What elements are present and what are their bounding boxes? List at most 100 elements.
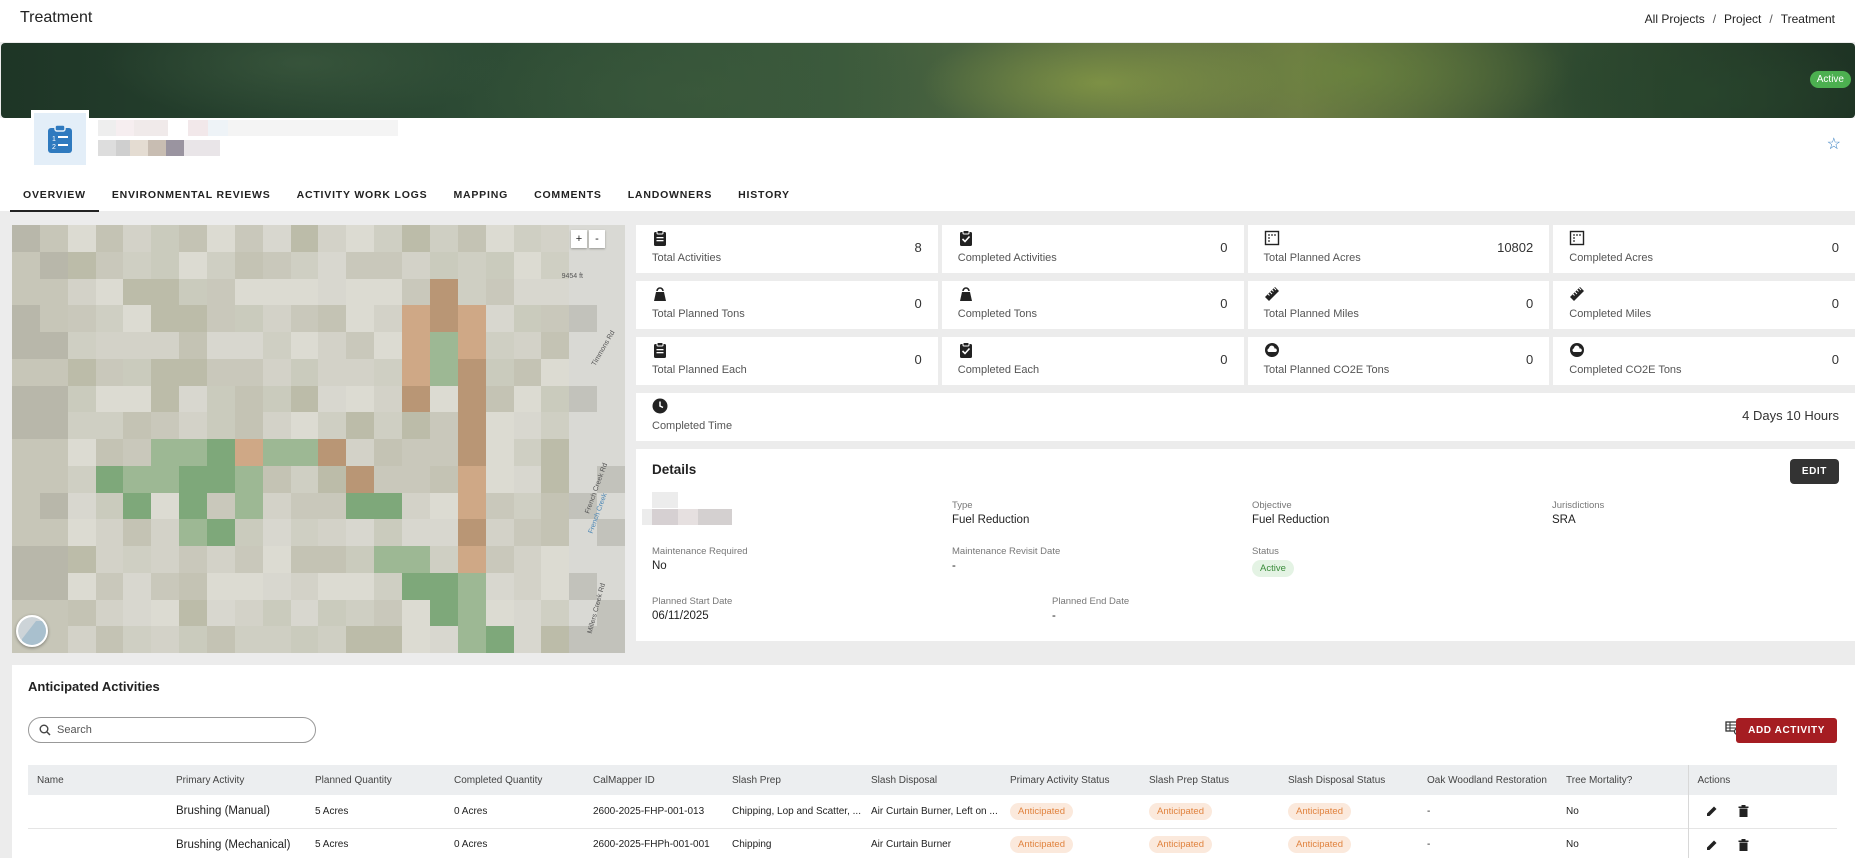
delete-icon[interactable] bbox=[1738, 838, 1749, 851]
map-tile bbox=[12, 465, 40, 493]
map-tile bbox=[541, 278, 570, 306]
add-activity-button[interactable]: ADD ACTIVITY bbox=[1736, 718, 1837, 743]
cell-calmapper-id: 2600-2025-FHPh-001-001 bbox=[593, 839, 710, 850]
map-tile bbox=[95, 572, 124, 600]
cell-actions bbox=[1687, 828, 1837, 858]
column-header[interactable]: Completed Quantity bbox=[445, 765, 584, 795]
column-header[interactable]: Planned Quantity bbox=[306, 765, 445, 795]
treatment-map[interactable]: + - 9454 ft Timmons Rd French Creek Rd F… bbox=[12, 225, 625, 653]
tab-overview[interactable]: OVERVIEW bbox=[10, 180, 99, 212]
column-header[interactable]: Slash Prep Status bbox=[1140, 765, 1279, 795]
map-tile bbox=[402, 519, 430, 546]
project-name-redacted bbox=[98, 120, 398, 156]
map-tile bbox=[513, 492, 542, 520]
breadcrumb-all-projects[interactable]: All Projects bbox=[1645, 12, 1705, 26]
map-tile bbox=[290, 251, 319, 279]
star-icon[interactable]: ☆ bbox=[1827, 134, 1841, 154]
map-tile bbox=[179, 572, 208, 600]
delete-icon[interactable] bbox=[1738, 805, 1749, 818]
map-tile bbox=[151, 305, 180, 332]
cell-slash-disposal-status: Anticipated bbox=[1279, 795, 1418, 828]
tab-comments[interactable]: COMMENTS bbox=[521, 180, 615, 212]
column-header: Actions bbox=[1687, 765, 1837, 795]
map-tile bbox=[346, 599, 375, 627]
map-tile bbox=[513, 519, 542, 546]
zoom-in-button[interactable]: + bbox=[571, 230, 587, 248]
map-tile bbox=[569, 439, 598, 466]
map-tile bbox=[95, 599, 124, 627]
map-tile bbox=[318, 492, 347, 520]
tab-landowners[interactable]: LANDOWNERS bbox=[615, 180, 725, 212]
cell-calmapper-id: 2600-2025-FHP-001-013 bbox=[593, 805, 705, 817]
map-tile bbox=[262, 225, 291, 252]
stat-value: 0 bbox=[914, 296, 922, 311]
tab-activity-work-logs[interactable]: ACTIVITY WORK LOGS bbox=[284, 180, 441, 212]
column-header[interactable]: CalMapper ID bbox=[584, 765, 723, 795]
column-header[interactable]: Slash Prep bbox=[723, 765, 862, 795]
map-layer-toggle[interactable] bbox=[16, 615, 48, 647]
map-tile bbox=[541, 385, 570, 413]
column-header[interactable]: Oak Woodland Restoration bbox=[1418, 765, 1557, 795]
map-tile bbox=[262, 546, 291, 573]
map-tile bbox=[151, 465, 180, 493]
tab-mapping[interactable]: MAPPING bbox=[440, 180, 521, 212]
breadcrumb-project[interactable]: Project bbox=[1724, 12, 1761, 26]
map-tile bbox=[123, 546, 152, 573]
cell-completed-quantity: 0 Acres bbox=[454, 805, 488, 817]
tab-bar: OVERVIEW ENVIRONMENTAL REVIEWS ACTIVITY … bbox=[10, 180, 803, 212]
map-tile bbox=[374, 385, 403, 413]
map-tile bbox=[569, 332, 598, 359]
map-tile bbox=[513, 225, 542, 252]
tab-history[interactable]: HISTORY bbox=[725, 180, 803, 212]
stat-completed-time: Completed Time 4 Days 10 Hours bbox=[636, 393, 1855, 441]
search-box[interactable] bbox=[28, 717, 316, 743]
ruler-icon bbox=[1264, 287, 1279, 301]
map-tile bbox=[346, 332, 375, 359]
summary-stats: Total Activities 8 Completed Activities … bbox=[636, 225, 1855, 441]
map-tile bbox=[151, 626, 180, 653]
edit-icon[interactable] bbox=[1706, 839, 1718, 851]
breadcrumb-separator: / bbox=[1712, 12, 1717, 26]
map-tile bbox=[95, 465, 124, 493]
column-header[interactable]: Name bbox=[28, 765, 167, 795]
map-tile bbox=[39, 278, 68, 306]
map-tile bbox=[513, 385, 542, 413]
map-tile bbox=[123, 492, 152, 520]
map-tile bbox=[374, 305, 403, 332]
map-tile bbox=[290, 546, 319, 573]
map-tile bbox=[429, 599, 458, 627]
column-header[interactable]: Slash Disposal bbox=[862, 765, 1001, 795]
column-header[interactable]: Slash Disposal Status bbox=[1279, 765, 1418, 795]
stat-value: 10802 bbox=[1497, 240, 1534, 255]
table-row[interactable]: Brushing (Mechanical) 5 Acres 0 Acres 26… bbox=[28, 828, 1837, 858]
map-tile bbox=[67, 412, 96, 439]
map-tile bbox=[95, 225, 124, 252]
column-header[interactable]: Primary Activity Status bbox=[1001, 765, 1140, 795]
map-tile bbox=[39, 305, 68, 332]
map-tile bbox=[12, 385, 40, 413]
edit-icon[interactable] bbox=[1706, 805, 1718, 817]
cell-actions bbox=[1687, 795, 1837, 828]
column-header[interactable]: Tree Mortality? bbox=[1557, 765, 1688, 795]
map-label-elevation: 9454 ft bbox=[561, 273, 583, 280]
cell-planned-quantity: 5 Acres bbox=[315, 839, 349, 850]
map-tile bbox=[234, 305, 263, 332]
edit-button[interactable]: EDIT bbox=[1789, 459, 1839, 484]
map-tile bbox=[234, 465, 263, 493]
column-header[interactable]: Primary Activity bbox=[167, 765, 306, 795]
map-tile bbox=[374, 546, 403, 573]
map-tiles bbox=[12, 225, 625, 653]
svg-text:2: 2 bbox=[52, 144, 56, 151]
search-input[interactable] bbox=[57, 724, 287, 736]
zoom-out-button[interactable]: - bbox=[589, 230, 605, 248]
table-row[interactable]: Brushing (Manual) 5 Acres 0 Acres 2600-2… bbox=[28, 795, 1837, 828]
map-tile bbox=[123, 385, 152, 413]
tab-environmental-reviews[interactable]: ENVIRONMENTAL REVIEWS bbox=[99, 180, 284, 212]
map-tile bbox=[402, 626, 430, 653]
anticipated-activities-panel: Anticipated Activities ADD ACTIVITY Name… bbox=[12, 665, 1855, 858]
map-tile bbox=[429, 412, 458, 439]
map-tile bbox=[123, 412, 152, 439]
map-tile bbox=[429, 385, 458, 413]
map-tile bbox=[207, 572, 235, 600]
top-bar: Treatment All Projects / Project / Treat… bbox=[0, 0, 1855, 42]
